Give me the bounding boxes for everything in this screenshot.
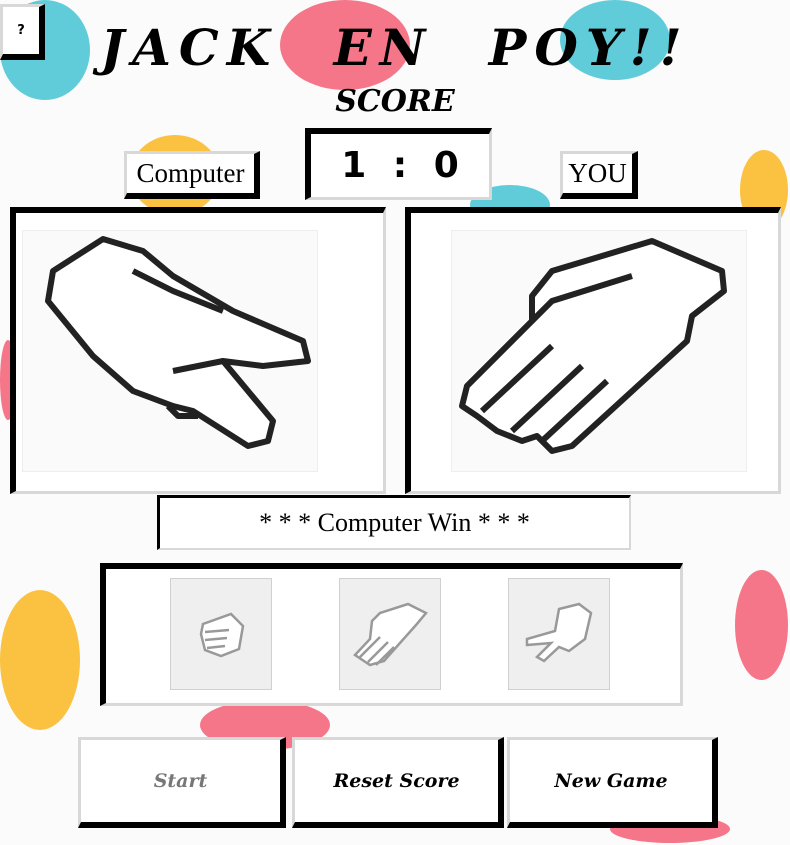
player-hand-panel — [405, 207, 781, 494]
new-game-button[interactable]: New Game — [507, 737, 718, 828]
scissors-hand-icon — [22, 230, 318, 472]
result-text: * * * Computer Win * * * — [259, 508, 530, 537]
player-label: YOU — [560, 151, 638, 199]
rock-hand-icon — [199, 612, 245, 658]
paper-hand-icon — [451, 230, 747, 472]
computer-label: Computer — [124, 151, 260, 199]
computer-label-text: Computer — [136, 158, 245, 188]
player-label-text: YOU — [568, 158, 627, 188]
scissors-choice-button[interactable] — [508, 578, 610, 690]
new-game-label: New Game — [554, 770, 668, 792]
score-text: 1 : 0 — [341, 145, 459, 186]
scissors-hand-icon — [525, 602, 593, 663]
score-display: 1 : 0 — [305, 128, 492, 200]
app-title: JACK EN POY!! — [100, 18, 690, 77]
paper-choice-button[interactable] — [339, 578, 441, 690]
start-button[interactable]: Start — [78, 737, 286, 828]
computer-hand-panel — [10, 207, 386, 494]
reset-score-label: Reset Score — [333, 770, 460, 792]
paper-hand-icon — [353, 602, 428, 667]
score-heading: SCORE — [335, 84, 455, 119]
bg-decor — [0, 590, 80, 730]
rock-choice-button[interactable] — [170, 578, 272, 690]
start-label: Start — [153, 770, 208, 792]
result-banner: * * * Computer Win * * * — [157, 495, 631, 550]
bg-decor — [735, 570, 788, 680]
reset-score-button[interactable]: Reset Score — [292, 737, 504, 828]
